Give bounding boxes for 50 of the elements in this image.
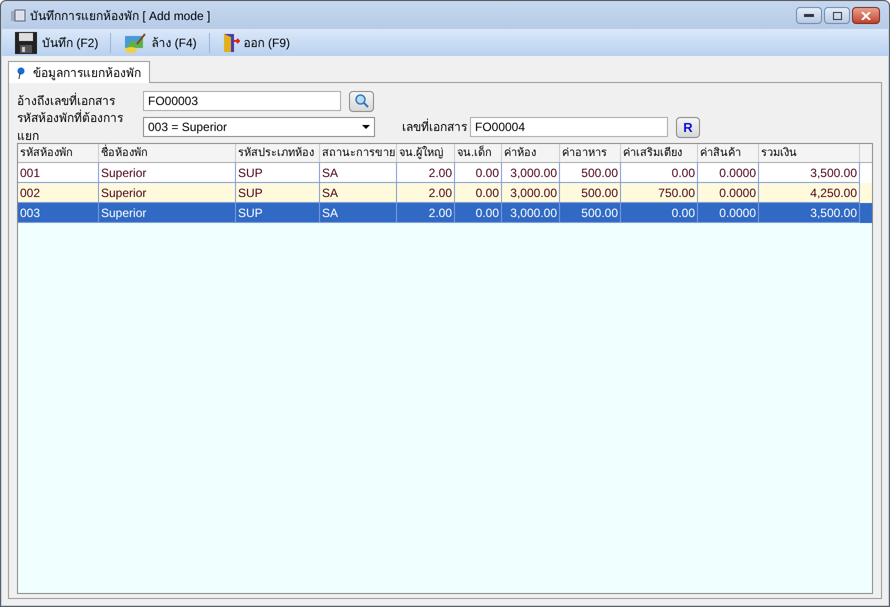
column-header[interactable]: ค่าห้อง (502, 144, 560, 162)
room-dropdown[interactable]: 003 = Superior (143, 117, 375, 137)
close-icon (861, 12, 871, 20)
toolbar-button[interactable]: ออก (F9) (218, 30, 294, 54)
table-row[interactable]: 001 Superior SUP SA 2.00 0.00 3,000.00 500.00 0.00 0.0000 3,500.00 (18, 163, 872, 183)
window-title: บันทึกการแยกห้องพัก [ Add mode ] (30, 8, 210, 24)
maximize-button[interactable] (824, 7, 850, 24)
maximize-icon (832, 12, 842, 20)
table-cell: 2.00 (397, 203, 455, 223)
table-cell: 500.00 (560, 203, 621, 223)
table-cell: 0.0000 (698, 203, 759, 223)
table-cell: 003 (18, 203, 99, 223)
table-row[interactable]: 003 Superior SUP SA 2.00 0.00 3,000.00 500.00 0.00 0.0000 3,500.00 (18, 203, 872, 223)
search-icon (354, 94, 368, 108)
table-row[interactable]: 002 Superior SUP SA 2.00 0.00 3,000.00 500.00 750.00 0.0000 4,250.00 (18, 183, 872, 203)
window-app-icon (10, 8, 26, 24)
column-header[interactable]: จน.เด็ก (455, 144, 502, 162)
field-label: เลขที่เอกสาร (402, 118, 468, 136)
minimize-button[interactable] (796, 7, 822, 24)
table-cell: Superior (99, 203, 236, 223)
column-header[interactable]: สถานะการขาย (320, 144, 397, 162)
table-cell: 0.00 (621, 203, 698, 223)
table-cell: SA (320, 203, 397, 223)
column-header[interactable]: รหัสประเภทห้อง (236, 144, 320, 162)
r-button[interactable]: R (676, 116, 700, 138)
input-field[interactable]: FO00003 (143, 91, 341, 111)
column-header[interactable]: ค่าเสริมเตียง (621, 144, 698, 162)
column-header[interactable]: ค่าสินค้า (698, 144, 759, 162)
table-cell: 3,000.00 (502, 203, 560, 223)
pin-icon (17, 66, 25, 78)
field-label: รหัสห้องพักที่ต้องการแยก (17, 109, 124, 144)
minimize-icon (804, 14, 814, 18)
column-header[interactable]: ค่าอาหาร (560, 144, 621, 162)
column-header[interactable]: จน.ผู้ใหญ่ (397, 144, 455, 162)
dropdown-arrow-icon (362, 125, 370, 129)
table-cell: 3,500.00 (759, 203, 860, 223)
table-cell: 0.00 (455, 203, 502, 223)
close-button[interactable] (852, 7, 880, 24)
input-field[interactable]: FO00004 (470, 117, 668, 137)
door-icon (222, 32, 240, 52)
search-button[interactable] (349, 90, 374, 112)
column-header[interactable]: รหัสห้องพัก (18, 144, 99, 162)
column-header[interactable]: ชื่อห้องพัก (99, 144, 236, 162)
toolbar-button[interactable]: บันทึก (F2) (10, 30, 102, 54)
paint-brush-icon (123, 32, 148, 54)
field-label: อ้างถึงเลขที่เอกสาร (17, 92, 116, 110)
tab[interactable]: ข้อมูลการแยกห้องพัก (8, 61, 150, 83)
table-cell: SUP (236, 203, 320, 223)
toolbar-button[interactable]: ล้าง (F4) (119, 30, 201, 54)
column-header[interactable]: รวมเงิน (759, 144, 860, 162)
